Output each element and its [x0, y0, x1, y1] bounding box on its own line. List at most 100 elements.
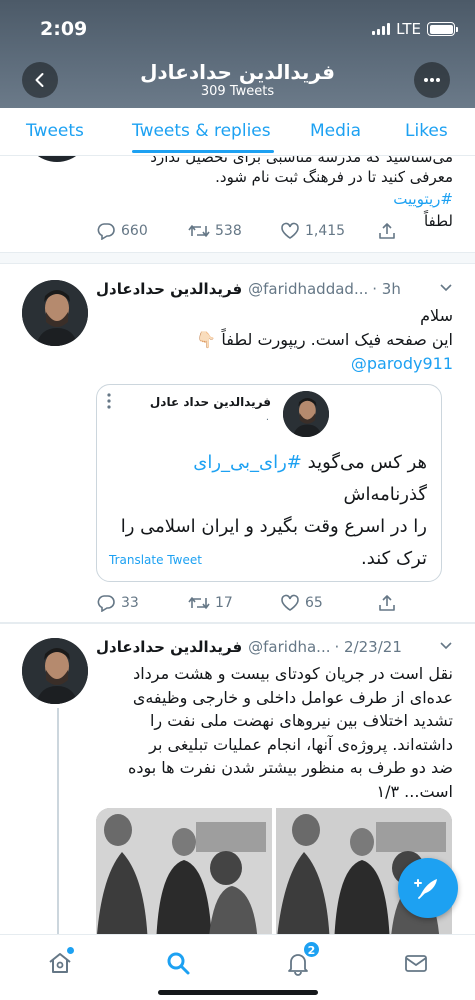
battery-icon — [427, 22, 458, 36]
reply-icon — [97, 595, 115, 612]
avatar-photo-icon — [22, 638, 88, 704]
thread-line — [57, 708, 59, 934]
quoted-author-name: فریدالدین حداد عادل — [149, 395, 271, 409]
historical-photo-image — [96, 808, 452, 934]
tweet-text-line: است... ۱/۳ — [376, 781, 453, 801]
quoted-text-part: هر کس می‌گوید — [307, 452, 427, 473]
nav-home[interactable] — [44, 947, 76, 979]
tweet-text-line: تشدید اختلاف بین نیروهای نهضت ملی نفت را — [149, 711, 453, 730]
tweet-menu-button[interactable] — [439, 280, 453, 298]
notifications-badge: 2 — [303, 941, 320, 958]
retweet-button[interactable]: 538 — [188, 223, 280, 239]
retweet-icon — [188, 225, 210, 237]
quoted-hashtag: #رای_بی_رای — [193, 452, 302, 473]
tweet-text-line: این صفحه فیک است. ریپورت لطفاً 👇🏻 — [196, 330, 453, 349]
reply-icon — [97, 223, 115, 240]
chevron-down-icon — [440, 284, 452, 292]
author-name[interactable]: فریدالدین حدادعادل — [96, 280, 242, 298]
more-options-button[interactable] — [414, 62, 450, 98]
tweet-separator — [0, 252, 475, 264]
avatar[interactable] — [22, 638, 88, 704]
share-button[interactable] — [378, 594, 396, 612]
tweet-text-line: عده‌ای از طرف عوامل داخلی و خارجی وظیفه‌… — [132, 687, 453, 707]
heart-icon — [281, 594, 299, 611]
avatar[interactable] — [24, 156, 90, 162]
timeline[interactable]: می‌شناسید که مدرسه مناسبی برای تحصیل ندا… — [0, 156, 475, 934]
mail-icon — [405, 955, 427, 972]
quoted-avatar — [283, 391, 329, 437]
avatar-photo-icon — [283, 391, 329, 437]
retweet-icon — [188, 597, 210, 609]
tweet-time: · 3h — [372, 280, 401, 298]
status-time: 2:09 — [40, 18, 88, 40]
reply-count: 660 — [121, 223, 148, 239]
tweet-text: معرفی کنید تا در فرهنگ ثبت نام شود. — [93, 166, 453, 188]
tweet-actions: 33 17 65 — [96, 594, 396, 612]
tab-tweets[interactable]: Tweets — [26, 121, 84, 141]
compose-tweet-button[interactable] — [398, 858, 458, 918]
tab-media[interactable]: Media — [310, 121, 361, 141]
tab-likes[interactable]: Likes — [405, 121, 448, 141]
search-icon — [167, 952, 190, 975]
tweet-separator — [0, 622, 475, 624]
tweet-time: · 2/23/21 — [334, 638, 402, 656]
home-indicator — [158, 990, 318, 995]
tweet-text-line: داشته‌اند. پروژه‌ی آنها، انجام عملیات تب… — [149, 734, 453, 754]
share-button[interactable] — [378, 222, 396, 240]
tweet-header: فریدالدین حدادعادل @faridha... · 2/23/21 — [96, 638, 453, 656]
tweet-photo[interactable] — [96, 808, 452, 934]
tweet-text-line: نقل است در جریان کودتای بیست و هشت مرداد — [133, 664, 453, 683]
quoted-menu-button[interactable] — [107, 393, 111, 413]
heart-icon — [281, 222, 299, 239]
nav-messages[interactable] — [400, 947, 432, 979]
profile-name: فریدالدین حدادعادل — [140, 60, 335, 84]
author-handle[interactable]: @faridhaddad... — [248, 280, 368, 298]
tweet-actions: 660 538 1,415 — [96, 222, 396, 240]
active-tab-indicator — [132, 150, 274, 153]
tweet-text-line: معرفی کنید تا در فرهنگ ثبت نام شود. — [215, 168, 453, 186]
reply-count: 33 — [121, 595, 139, 611]
compose-feather-icon — [414, 879, 437, 899]
tab-tweets-and-replies[interactable]: Tweets & replies — [132, 121, 271, 141]
tweet-text-line: سلام — [420, 306, 453, 325]
more-dots-icon — [424, 78, 440, 82]
tweet-mention-line: @parody911 — [96, 352, 453, 375]
tweet-text-line: ضد دو طرف به منظور بیشتر شدن نفرت ها بود… — [127, 758, 453, 777]
translate-tweet-link[interactable]: Translate Tweet — [109, 553, 202, 567]
quoted-tweet-card[interactable]: فریدالدین حداد عادل · هر کس می‌گوید #رای… — [96, 384, 442, 582]
profile-header: 2:09 LTE فریدالدین حدادعادل 309 Tweets — [0, 0, 475, 108]
share-icon — [379, 223, 395, 239]
author-handle[interactable]: @faridha... — [248, 638, 330, 656]
avatar-photo-icon — [22, 280, 88, 346]
tweet-menu-button[interactable] — [439, 638, 453, 656]
hashtag-link[interactable]: #ریتوییت — [393, 190, 453, 208]
reply-button[interactable]: 33 — [96, 594, 188, 612]
like-count: 1,415 — [305, 223, 346, 239]
quoted-text-line: هر کس می‌گوید #رای_بی_رای گذرنامه‌اش — [107, 447, 427, 511]
tweet-hashtag-line: #ریتوییت — [93, 188, 453, 210]
chevron-down-icon — [440, 642, 452, 650]
vertical-dots-icon — [107, 393, 111, 409]
signal-icon — [372, 23, 391, 35]
tweet-count: 309 Tweets — [200, 84, 275, 99]
home-new-indicator — [67, 947, 74, 954]
like-count: 65 — [305, 595, 323, 611]
nav-notifications[interactable]: 2 — [282, 941, 320, 979]
nav-search[interactable] — [162, 947, 194, 979]
retweet-count: 538 — [215, 223, 242, 239]
network-label: LTE — [396, 20, 421, 38]
like-button[interactable]: 1,415 — [280, 222, 378, 240]
avatar[interactable] — [22, 280, 88, 346]
share-icon — [379, 595, 395, 611]
reply-button[interactable]: 660 — [96, 222, 188, 240]
mention-link[interactable]: @parody911 — [351, 354, 453, 373]
like-button[interactable]: 65 — [280, 594, 378, 612]
tweet-text: نقل است در جریان کودتای بیست و هشت مرداد… — [96, 662, 453, 803]
retweet-button[interactable]: 17 — [188, 595, 280, 611]
profile-tabs: Tweets Tweets & replies Media Likes — [0, 108, 475, 156]
author-name[interactable]: فریدالدین حدادعادل — [96, 638, 242, 656]
status-indicators: LTE — [372, 20, 458, 38]
quoted-text-part: گذرنامه‌اش — [343, 484, 427, 505]
retweet-count: 17 — [215, 595, 233, 611]
quoted-dot: · — [265, 415, 269, 426]
